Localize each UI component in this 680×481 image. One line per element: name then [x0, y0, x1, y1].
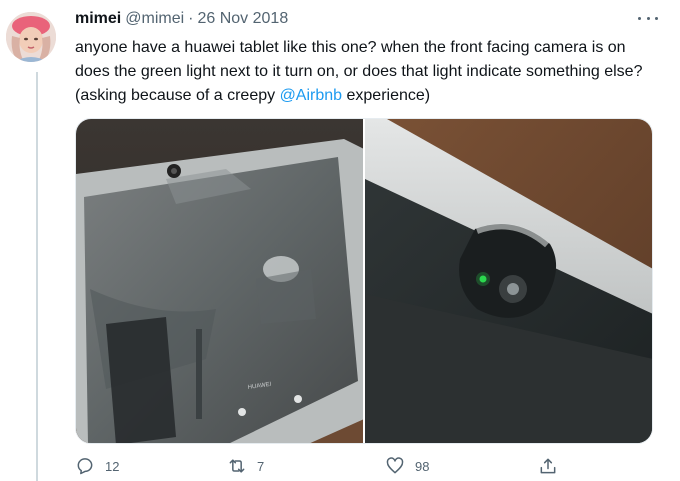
user-handle[interactable]: @mimei — [125, 10, 184, 28]
tablet-photo-image: HUAWEI — [76, 119, 363, 443]
tweet-text-end: experience) — [342, 87, 431, 104]
mention-link[interactable]: @Airbnb — [280, 87, 343, 104]
tweet-date[interactable]: 26 Nov 2018 — [197, 10, 288, 28]
header-separator: · — [188, 10, 194, 27]
more-options-icon[interactable] — [638, 12, 658, 24]
tweet-text: anyone have a huawei tablet like this on… — [75, 36, 655, 108]
display-name[interactable]: mimei — [75, 10, 121, 28]
like-button[interactable]: 98 — [385, 456, 429, 476]
retweet-icon — [229, 459, 245, 473]
share-icon — [540, 458, 556, 474]
thread-line — [36, 72, 38, 481]
avatar[interactable] — [6, 12, 56, 62]
tweet-header: mimei @mimei · 26 Nov 2018 — [75, 10, 635, 32]
camera-closeup-photo[interactable] — [365, 119, 652, 443]
avatar-image — [6, 12, 56, 62]
retweet-count: 7 — [257, 458, 265, 474]
share-button[interactable] — [538, 456, 558, 476]
like-count: 98 — [415, 458, 430, 474]
heart-icon — [386, 457, 404, 474]
camera-closeup-image — [365, 119, 652, 443]
reply-count: 12 — [105, 458, 120, 474]
reply-button[interactable]: 12 — [75, 456, 119, 476]
retweet-button[interactable]: 7 — [227, 456, 264, 476]
reply-icon — [77, 458, 93, 475]
tweet-actions: 12 7 98 — [75, 456, 575, 480]
tablet-photo[interactable]: HUAWEI — [76, 119, 363, 443]
media-grid: HUAWEI — [75, 118, 653, 444]
